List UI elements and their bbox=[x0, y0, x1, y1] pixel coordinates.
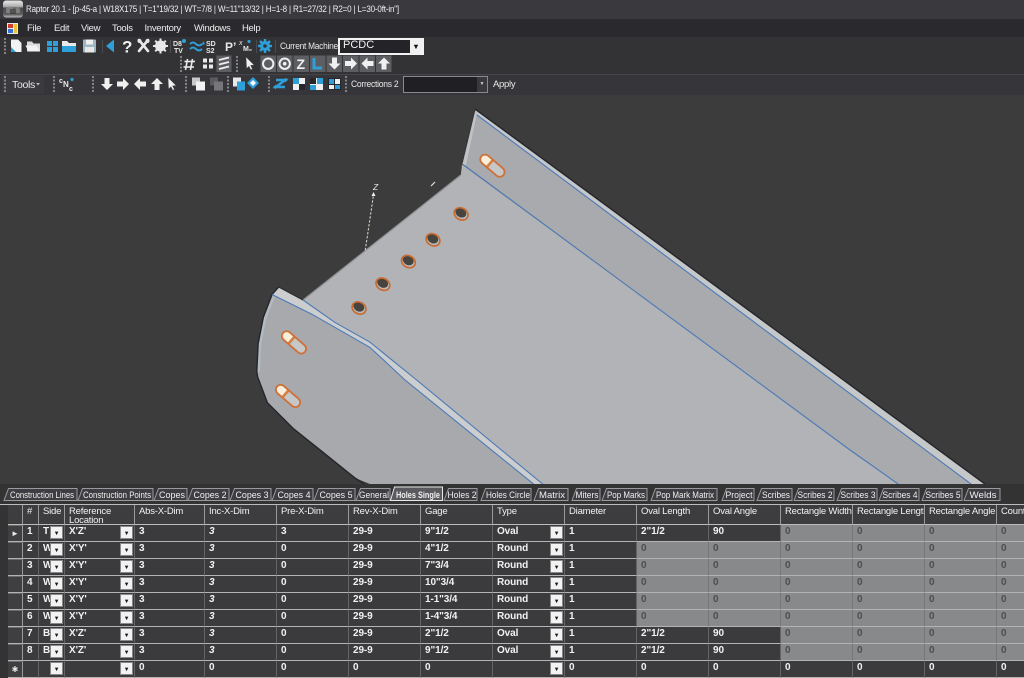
svg-text:Construction Points: Construction Points bbox=[83, 490, 151, 501]
svg-text:Z: Z bbox=[297, 56, 306, 72]
svg-text:Holes Circle: Holes Circle bbox=[486, 490, 530, 501]
svg-text:?: ? bbox=[122, 38, 132, 57]
svg-text:Holes Single: Holes Single bbox=[396, 490, 440, 501]
svg-text:Copes: Copes bbox=[159, 490, 185, 501]
svg-text:M₀: M₀ bbox=[243, 46, 252, 53]
svg-text:Welds: Welds bbox=[970, 490, 997, 501]
svg-text:Matrix: Matrix bbox=[539, 490, 565, 501]
svg-text:TV: TV bbox=[174, 48, 183, 55]
svg-text:Scribes 5: Scribes 5 bbox=[926, 490, 961, 501]
svg-text:Scribes 2: Scribes 2 bbox=[798, 490, 833, 501]
svg-text:Holes 2: Holes 2 bbox=[448, 490, 477, 501]
svg-text:Project: Project bbox=[726, 490, 753, 501]
svg-text:Scribes: Scribes bbox=[762, 490, 790, 501]
svg-text:Miters: Miters bbox=[576, 490, 599, 501]
svg-text:Pop Marks: Pop Marks bbox=[607, 490, 645, 501]
svg-text:Scribes 3: Scribes 3 bbox=[841, 490, 876, 501]
svg-text:Copes 2: Copes 2 bbox=[194, 490, 227, 501]
svg-text:SD: SD bbox=[206, 41, 216, 48]
svg-text:Z: Z bbox=[372, 182, 379, 192]
svg-text:P’: P’ bbox=[225, 40, 236, 54]
svg-text:S2: S2 bbox=[206, 48, 215, 55]
svg-text:General: General bbox=[359, 490, 389, 501]
svg-text:Pop Mark Matrix: Pop Mark Matrix bbox=[656, 490, 714, 501]
svg-text:Copes 4: Copes 4 bbox=[278, 490, 311, 501]
svg-text:D8: D8 bbox=[173, 41, 182, 48]
svg-text:Construction Lines: Construction Lines bbox=[10, 490, 74, 501]
svg-text:c: c bbox=[69, 86, 73, 93]
svg-text:Copes 3: Copes 3 bbox=[236, 490, 269, 501]
svg-text:Copes 5: Copes 5 bbox=[320, 490, 353, 501]
svg-text:Scribes 4: Scribes 4 bbox=[883, 490, 918, 501]
